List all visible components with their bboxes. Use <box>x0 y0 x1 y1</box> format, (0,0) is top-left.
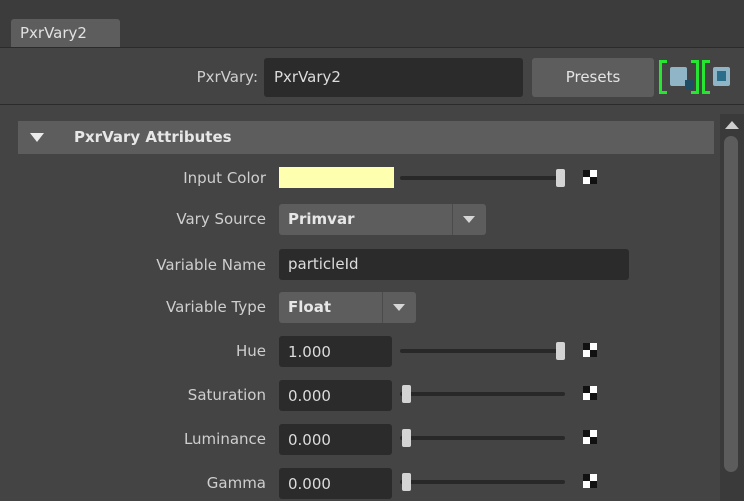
dropdown-arrow[interactable] <box>452 204 486 235</box>
checker-map-icon[interactable] <box>583 386 597 400</box>
node-square <box>713 67 730 86</box>
variable-type-label: Variable Type <box>166 298 266 316</box>
hue-field[interactable]: 1.000 <box>279 336 392 367</box>
tab-bar: PxrVary2 <box>0 0 744 48</box>
variable-type-dropdown[interactable]: Float <box>279 292 416 323</box>
vary-source-value: Primvar <box>288 210 355 228</box>
saturation-label: Saturation <box>187 386 266 404</box>
variable-type-value: Float <box>288 298 331 316</box>
tab-pxrvary2[interactable]: PxrVary2 <box>11 19 120 48</box>
chevron-down-icon <box>463 216 475 223</box>
node-type-label: PxrVary: <box>196 68 258 86</box>
saturation-slider-handle[interactable] <box>402 385 411 403</box>
input-color-swatch[interactable] <box>279 167 394 188</box>
vary-source-label: Vary Source <box>176 210 266 228</box>
input-color-slider-track[interactable] <box>400 176 565 180</box>
presets-button[interactable]: Presets <box>532 58 654 97</box>
vertical-scrollbar[interactable] <box>720 114 744 501</box>
scroll-thumb[interactable] <box>724 136 738 472</box>
input-color-label: Input Color <box>183 169 266 187</box>
luminance-field[interactable]: 0.000 <box>279 424 392 455</box>
hue-slider-track[interactable] <box>400 349 565 353</box>
bracket-left <box>702 60 710 94</box>
gamma-slider-handle[interactable] <box>402 473 411 491</box>
input-connection-icon[interactable] <box>659 58 699 97</box>
luminance-slider-handle[interactable] <box>402 429 411 447</box>
header-separator <box>0 104 744 105</box>
gamma-label: Gamma <box>206 474 266 492</box>
section-header-pxrvary-attributes[interactable]: PxrVary Attributes <box>18 121 714 154</box>
scroll-up-arrow-icon[interactable] <box>725 121 739 129</box>
saturation-field[interactable]: 0.000 <box>279 380 392 411</box>
hue-label: Hue <box>235 342 266 360</box>
checker-map-icon[interactable] <box>583 474 597 488</box>
saturation-slider-track[interactable] <box>400 392 565 396</box>
output-connection-icon[interactable] <box>702 58 744 97</box>
chevron-down-icon <box>393 304 405 311</box>
gamma-field[interactable]: 0.000 <box>279 468 392 499</box>
node-square <box>670 67 694 90</box>
bracket-left <box>659 60 667 94</box>
section-title: PxrVary Attributes <box>74 128 232 146</box>
checker-map-icon[interactable] <box>583 430 597 444</box>
checker-map-icon[interactable] <box>583 343 597 357</box>
luminance-slider-track[interactable] <box>400 436 565 440</box>
gamma-slider-track[interactable] <box>400 480 565 484</box>
variable-name-label: Variable Name <box>156 256 266 274</box>
vary-source-dropdown[interactable]: Primvar <box>279 204 486 235</box>
collapse-triangle-icon[interactable] <box>30 133 44 142</box>
checker-map-icon[interactable] <box>583 170 597 184</box>
node-name-field[interactable]: PxrVary2 <box>264 58 523 97</box>
variable-name-field[interactable]: particleId <box>279 249 629 280</box>
hue-slider-handle[interactable] <box>556 342 565 360</box>
luminance-label: Luminance <box>183 430 266 448</box>
dropdown-arrow[interactable] <box>382 292 416 323</box>
input-color-slider-handle[interactable] <box>556 169 565 187</box>
bracket-right <box>691 60 699 94</box>
